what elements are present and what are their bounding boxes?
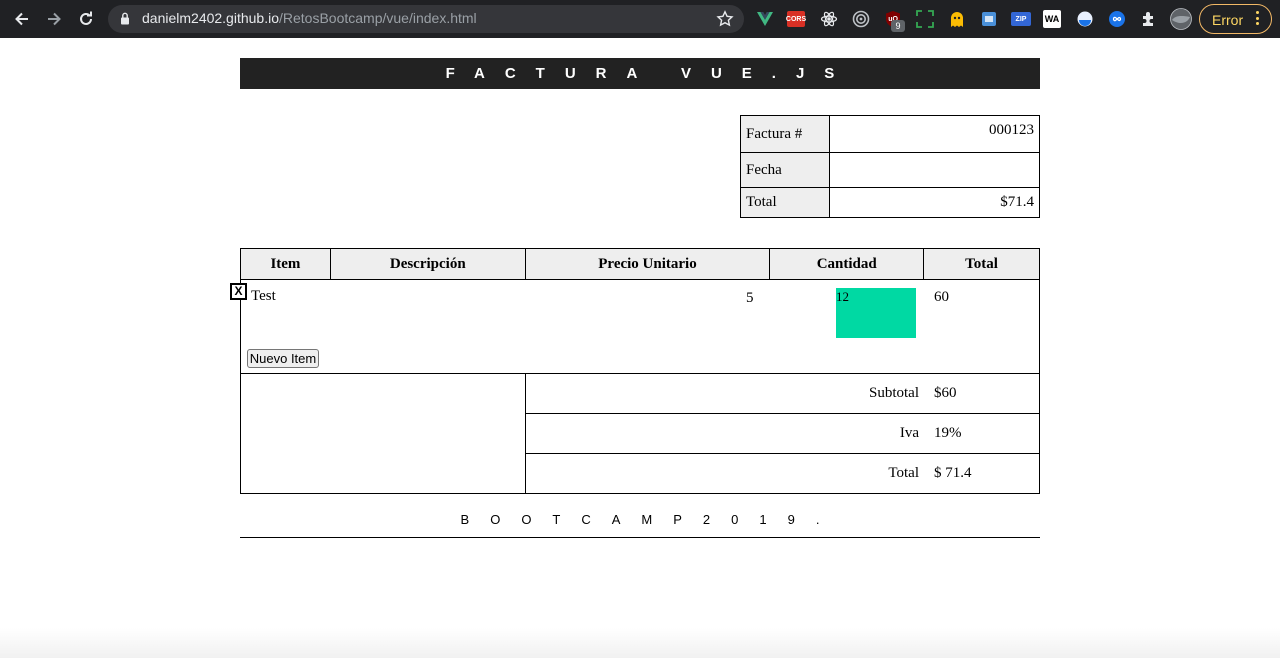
- delete-item-button[interactable]: X: [230, 283, 247, 300]
- column-header-item: Item: [240, 248, 331, 280]
- reload-button[interactable]: [74, 7, 98, 31]
- items-table-header: Item Descripción Precio Unitario Cantida…: [240, 248, 1040, 280]
- totals-section: Subtotal $60 Iva 19% Total $ 71.4: [240, 373, 1040, 494]
- invoice-number-value[interactable]: 000123: [829, 115, 1040, 153]
- screenshot-icon[interactable]: [915, 9, 935, 29]
- subtotal-row: Subtotal $60: [526, 374, 1039, 414]
- wa-icon[interactable]: WA: [1043, 10, 1061, 28]
- iva-value[interactable]: 19%: [934, 425, 962, 442]
- profile-error-button[interactable]: Error: [1199, 4, 1272, 34]
- forward-button[interactable]: [42, 7, 66, 31]
- arrow-left-icon: [15, 12, 28, 26]
- url-host: danielm2402.github.io: [142, 10, 279, 26]
- vue-devtools-icon[interactable]: [755, 9, 775, 29]
- column-header-total: Total: [923, 248, 1040, 280]
- grand-total-value: $ 71.4: [934, 465, 972, 481]
- grand-total-label: Total: [888, 465, 919, 481]
- lock-icon: [121, 12, 129, 25]
- invoice-number-label: Factura #: [740, 115, 830, 153]
- cors-icon[interactable]: CORS: [786, 11, 806, 27]
- bookmark-star-icon[interactable]: [716, 10, 734, 28]
- error-label: Error: [1212, 12, 1244, 28]
- item-quantity-input[interactable]: 12: [836, 288, 916, 338]
- subtotal-label: Subtotal: [868, 385, 919, 401]
- url-path: /RetosBootcamp/vue/index.html: [279, 10, 477, 26]
- page-title: FACTURA VUE.JS: [240, 58, 1040, 89]
- grand-total-row: Total $ 71.4: [526, 454, 1039, 494]
- iva-row: Iva 19%: [526, 414, 1039, 454]
- reload-icon: [80, 11, 92, 25]
- browser-toolbar: danielm2402.github.io/RetosBootcamp/vue/…: [0, 0, 1280, 38]
- ghost-icon[interactable]: [947, 9, 967, 29]
- blue-circle-icon[interactable]: [1075, 9, 1095, 29]
- url-text: danielm2402.github.io/RetosBootcamp/vue/…: [142, 10, 477, 26]
- invoice-meta-table: Factura # 000123 Fecha Total $71.4: [740, 115, 1040, 218]
- infinity-icon[interactable]: [1107, 9, 1127, 29]
- item-name[interactable]: Test: [251, 288, 276, 305]
- avatar[interactable]: [1170, 8, 1192, 30]
- zip-icon[interactable]: ZIP: [1011, 12, 1031, 26]
- page-footer: BOOTCAMP2019.: [240, 512, 1040, 538]
- item-unit-price[interactable]: 5: [746, 290, 754, 307]
- column-header-description: Descripción: [329, 248, 526, 280]
- column-header-quantity: Cantidad: [769, 248, 925, 280]
- invoice-date-value[interactable]: [829, 152, 1040, 188]
- more-vert-icon: [1256, 11, 1260, 27]
- arrow-right-icon: [48, 12, 61, 26]
- invoice-total-value: $71.4: [829, 187, 1040, 218]
- address-bar[interactable]: danielm2402.github.io/RetosBootcamp/vue/…: [108, 5, 744, 33]
- item-total: 60: [934, 289, 949, 305]
- invoice-date-label: Fecha: [740, 152, 830, 188]
- puzzle-icon[interactable]: [1139, 9, 1159, 29]
- subtotal-value: $60: [934, 385, 957, 401]
- ublock-badge: 9: [891, 20, 905, 32]
- column-header-unit-price: Precio Unitario: [524, 248, 771, 280]
- back-button[interactable]: [10, 7, 34, 31]
- window-bottom-edge: [0, 628, 1280, 658]
- react-devtools-icon[interactable]: [819, 9, 839, 29]
- new-item-button[interactable]: Nuevo Item: [247, 349, 319, 368]
- iva-label: Iva: [899, 425, 919, 441]
- target-icon[interactable]: [851, 9, 871, 29]
- blue-square-icon[interactable]: [979, 9, 999, 29]
- notes-area: [241, 374, 526, 493]
- invoice-total-label: Total: [740, 187, 830, 218]
- items-table-body: X Test 5 12 60 Nuevo Item: [230, 278, 1040, 374]
